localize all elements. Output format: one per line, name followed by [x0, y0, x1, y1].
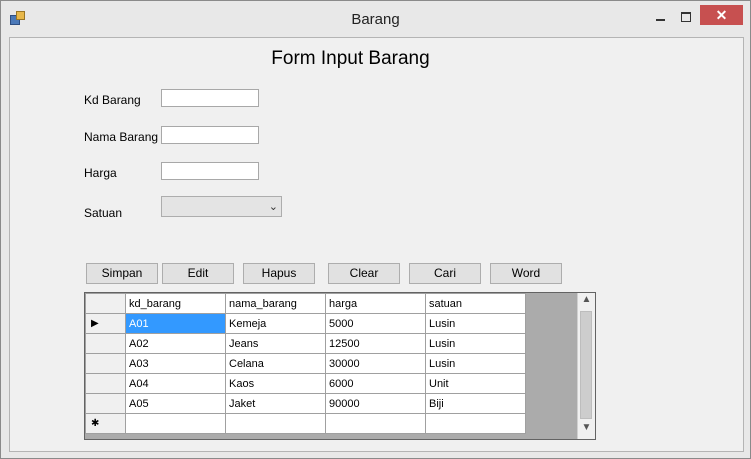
- form-title: Form Input Barang: [271, 48, 430, 69]
- table-cell[interactable]: [325, 413, 426, 434]
- table-cell[interactable]: [425, 413, 526, 434]
- column-header-nama-barang[interactable]: nama_barang: [225, 293, 326, 314]
- vertical-scrollbar[interactable]: ▲ ▼: [577, 293, 595, 439]
- column-header-satuan[interactable]: satuan: [425, 293, 526, 314]
- table-row[interactable]: A05 Jaket 90000 Biji: [85, 393, 526, 414]
- kd-barang-input[interactable]: [161, 89, 259, 107]
- column-header-kd-barang[interactable]: kd_barang: [125, 293, 226, 314]
- barang-data-grid[interactable]: kd_barang nama_barang harga satuan ▶ A01…: [84, 292, 596, 440]
- clear-button[interactable]: Clear: [328, 263, 400, 284]
- table-cell[interactable]: 12500: [325, 333, 426, 354]
- table-cell[interactable]: Jeans: [225, 333, 326, 354]
- chevron-down-icon: ⌄: [268, 201, 278, 213]
- current-row-icon[interactable]: ▶: [85, 313, 126, 334]
- table-cell[interactable]: 90000: [325, 393, 426, 414]
- grid-table: kd_barang nama_barang harga satuan ▶ A01…: [85, 293, 526, 434]
- table-cell[interactable]: Lusin: [425, 313, 526, 334]
- minimize-button[interactable]: [649, 7, 671, 27]
- kd-barang-label: Kd Barang: [84, 93, 141, 107]
- row-header[interactable]: [85, 353, 126, 374]
- table-cell[interactable]: Kemeja: [225, 313, 326, 334]
- scroll-thumb[interactable]: [580, 311, 592, 419]
- table-cell[interactable]: A05: [125, 393, 226, 414]
- simpan-button[interactable]: Simpan: [86, 263, 158, 284]
- table-cell[interactable]: [125, 413, 226, 434]
- minimize-icon: [655, 19, 665, 21]
- grid-corner-header[interactable]: [85, 293, 126, 314]
- harga-input[interactable]: [161, 162, 259, 180]
- table-row[interactable]: A04 Kaos 6000 Unit: [85, 373, 526, 394]
- table-cell[interactable]: A03: [125, 353, 226, 374]
- main-window: Barang ✕ Form Input Barang Kd Barang Nam…: [0, 0, 751, 459]
- table-cell[interactable]: 5000: [325, 313, 426, 334]
- form-client-area: Form Input Barang Kd Barang Nama Barang …: [9, 37, 744, 452]
- table-cell[interactable]: Lusin: [425, 333, 526, 354]
- close-button[interactable]: ✕: [700, 5, 743, 25]
- scroll-down-icon[interactable]: ▼: [578, 422, 595, 438]
- new-row-icon[interactable]: ✱: [85, 413, 126, 434]
- table-cell[interactable]: A02: [125, 333, 226, 354]
- new-row[interactable]: ✱: [85, 413, 526, 434]
- grid-header-row: kd_barang nama_barang harga satuan: [85, 293, 526, 314]
- satuan-label: Satuan: [84, 206, 123, 220]
- row-header[interactable]: [85, 393, 126, 414]
- maximize-button[interactable]: [675, 7, 697, 27]
- edit-button[interactable]: Edit: [162, 263, 234, 284]
- row-header[interactable]: [85, 373, 126, 394]
- table-cell[interactable]: Biji: [425, 393, 526, 414]
- satuan-combobox[interactable]: ⌄: [161, 196, 282, 217]
- close-icon: ✕: [715, 6, 728, 23]
- table-cell[interactable]: Lusin: [425, 353, 526, 374]
- nama-barang-label: Nama Barang: [84, 130, 159, 144]
- column-header-harga[interactable]: harga: [325, 293, 426, 314]
- table-row[interactable]: ▶ A01 Kemeja 5000 Lusin: [85, 313, 526, 334]
- table-cell[interactable]: Jaket: [225, 393, 326, 414]
- hapus-button[interactable]: Hapus: [243, 263, 315, 284]
- table-cell[interactable]: 30000: [325, 353, 426, 374]
- row-header[interactable]: [85, 333, 126, 354]
- table-row[interactable]: A02 Jeans 12500 Lusin: [85, 333, 526, 354]
- table-cell[interactable]: Unit: [425, 373, 526, 394]
- table-row[interactable]: A03 Celana 30000 Lusin: [85, 353, 526, 374]
- table-cell[interactable]: Kaos: [225, 373, 326, 394]
- word-button[interactable]: Word: [490, 263, 562, 284]
- table-cell[interactable]: A04: [125, 373, 226, 394]
- scroll-up-icon[interactable]: ▲: [578, 294, 595, 310]
- table-cell[interactable]: A01: [125, 313, 226, 334]
- title-bar[interactable]: Barang ✕: [1, 1, 750, 37]
- harga-label: Harga: [84, 166, 117, 180]
- table-cell[interactable]: Celana: [225, 353, 326, 374]
- window-title: Barang: [351, 11, 400, 28]
- nama-barang-input[interactable]: [161, 126, 259, 144]
- cari-button[interactable]: Cari: [409, 263, 481, 284]
- table-cell[interactable]: [225, 413, 326, 434]
- maximize-icon: [681, 12, 691, 22]
- table-cell[interactable]: 6000: [325, 373, 426, 394]
